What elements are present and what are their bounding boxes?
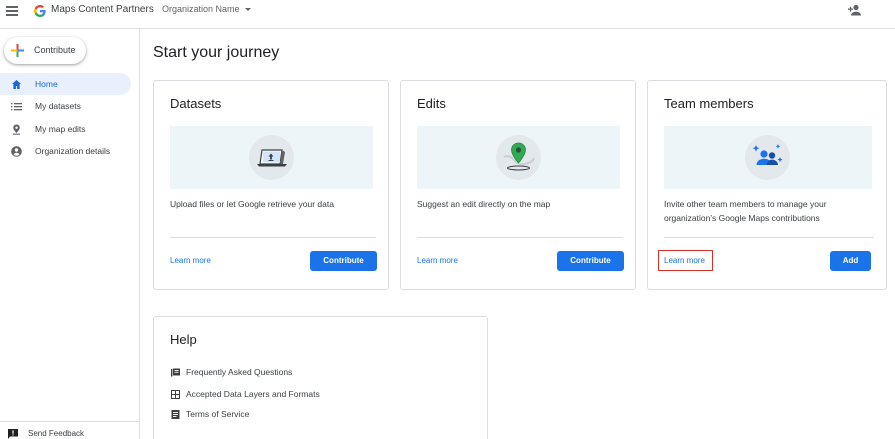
organization-selector[interactable]: Organization Name <box>162 4 251 14</box>
document-icon <box>171 410 180 419</box>
menu-icon[interactable] <box>6 6 18 16</box>
card-illustration-circle <box>745 135 790 180</box>
card-illustration <box>170 126 373 189</box>
add-person-icon[interactable] <box>848 4 862 16</box>
card-divider <box>170 237 376 238</box>
card-illustration-circle <box>249 135 294 180</box>
datasets-card: Datasets Upload files or let Google retr… <box>153 80 389 290</box>
people-sparkle-icon <box>752 144 783 165</box>
feedback-icon <box>8 429 18 439</box>
sidebar-item-my-map-edits[interactable]: My map edits <box>0 118 131 140</box>
card-description: Invite other team members to manage your… <box>664 199 827 223</box>
card-title: Datasets <box>170 96 222 111</box>
contribute-edits-button[interactable]: Contribute <box>557 251 624 271</box>
plus-icon <box>11 44 24 57</box>
pin-icon <box>13 124 20 135</box>
help-card: Help Frequently Asked Questions Accepted… <box>153 316 488 439</box>
card-illustration-circle <box>496 135 541 180</box>
add-team-member-button[interactable]: Add <box>830 251 871 271</box>
top-app-bar: Maps Content Partners Organization Name <box>0 0 895 29</box>
card-illustration <box>664 126 872 189</box>
contribute-fab-button[interactable]: Contribute <box>4 37 86 64</box>
card-title: Team members <box>664 96 754 111</box>
list-icon <box>11 103 22 111</box>
home-icon <box>12 80 21 89</box>
table-icon <box>171 390 180 399</box>
account-icon <box>11 146 22 157</box>
card-divider <box>417 237 623 238</box>
learn-more-link[interactable]: Learn more <box>170 256 211 265</box>
sidebar-footer: Send Feedback <box>0 421 139 439</box>
contribute-fab-label: Contribute <box>34 45 76 55</box>
help-link-label: Frequently Asked Questions <box>186 367 293 377</box>
help-link-label: Terms of Service <box>186 409 250 419</box>
book-icon <box>171 368 180 377</box>
card-divider <box>664 237 874 238</box>
card-title: Help <box>170 332 197 347</box>
sidebar-item-organization-details[interactable]: Organization details <box>0 140 131 162</box>
learn-more-link[interactable]: Learn more <box>417 256 458 265</box>
organization-name: Organization Name <box>162 4 240 14</box>
card-illustration <box>417 126 620 189</box>
laptop-upload-icon <box>257 149 287 167</box>
sidebar-item-label: My map edits <box>35 124 86 134</box>
send-feedback-label: Send Feedback <box>28 429 85 438</box>
contribute-datasets-button[interactable]: Contribute <box>310 251 377 271</box>
sidebar-item-label: Home <box>35 79 58 89</box>
app-title: Maps Content Partners <box>51 4 154 15</box>
sidebar-item-label: My datasets <box>35 101 81 111</box>
help-link-label: Accepted Data Layers and Formats <box>186 389 320 399</box>
sidebar-item-home[interactable]: Home <box>0 73 131 95</box>
card-description: Upload files or let Google retrieve your… <box>170 199 334 209</box>
card-description: Suggest an edit directly on the map <box>417 199 551 209</box>
sidebar: Contribute Home My datasets My map edits… <box>0 29 140 439</box>
sidebar-item-my-datasets[interactable]: My datasets <box>0 95 131 117</box>
caret-down-icon <box>244 8 251 12</box>
map-pin-globe-icon <box>503 142 535 171</box>
google-logo-icon <box>34 5 46 17</box>
edits-card: Edits Suggest an edit directly on the ma… <box>400 80 636 290</box>
highlight-box <box>658 250 713 271</box>
page-title: Start your journey <box>153 44 280 61</box>
card-title: Edits <box>417 96 446 111</box>
sidebar-item-label: Organization details <box>35 146 111 156</box>
